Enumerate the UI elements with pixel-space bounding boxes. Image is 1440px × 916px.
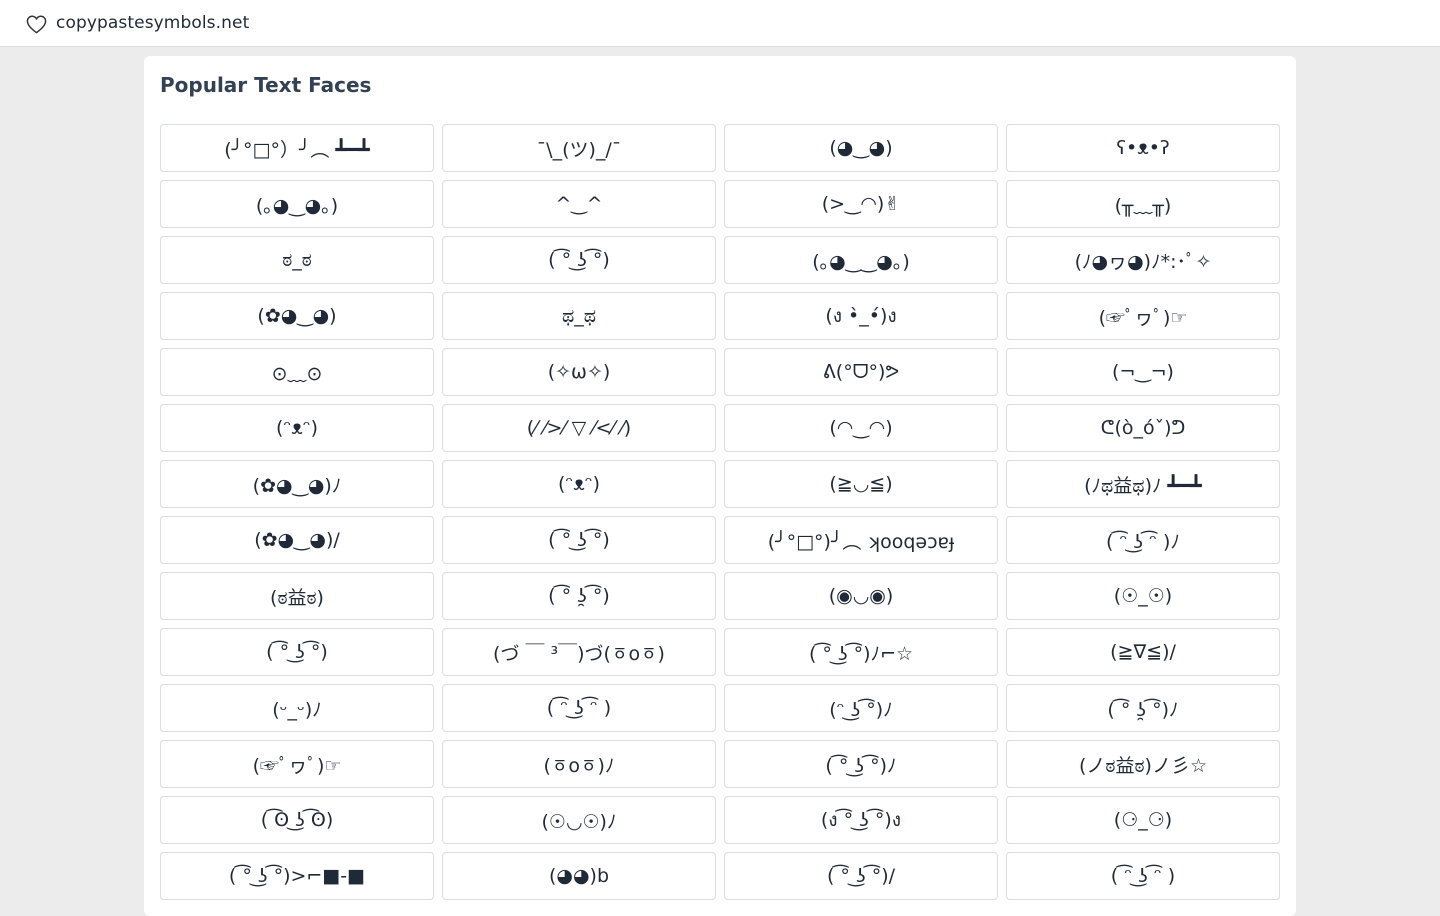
text-faces-panel: Popular Text Faces (╯°□°）╯︵ ┻━┻ ¯\_(ツ)_/¯… xyxy=(144,56,1296,916)
text-face-button[interactable]: ¯\_(ツ)_/¯ xyxy=(442,124,716,172)
text-face-button[interactable]: ʕ•ᴥ•ʔ xyxy=(1006,124,1280,172)
text-face-button[interactable]: (｡◕‿◕｡) xyxy=(160,180,434,228)
text-face-button[interactable]: (✿◕‿◕) xyxy=(160,292,434,340)
text-face-button[interactable]: ( ͡° ʖ̯ ͡°) xyxy=(442,572,716,620)
text-face-button[interactable]: (☉◡☉)ﾉ xyxy=(442,796,716,844)
text-face-button[interactable]: (ᵔ ͜ʖ ͡°)ﾉ xyxy=(724,684,998,732)
text-face-button[interactable]: (づ ￣ ³￣)づ(ㆆoㆆ) xyxy=(442,628,716,676)
text-face-button[interactable]: (⁄ ⁄>⁄ ▽ ⁄<⁄ ⁄) xyxy=(442,404,716,452)
text-face-button[interactable]: ( ͡° ͜ʖ ͡°) xyxy=(442,516,716,564)
text-face-button[interactable]: ( ͡ᵔ ͜ʖ ͡ᵔ )ﾉ xyxy=(1006,516,1280,564)
site-name: copypastesymbols.net xyxy=(56,13,250,33)
text-face-button[interactable]: (¬‿¬) xyxy=(1006,348,1280,396)
text-face-button[interactable]: (≧∇≦)/ xyxy=(1006,628,1280,676)
text-face-button[interactable]: ( ͡° ʖ̯ ͡°)ﾉ xyxy=(1006,684,1280,732)
site-logo-link[interactable]: copypastesymbols.net xyxy=(25,11,249,35)
text-face-button[interactable]: (◕‿◕) xyxy=(724,124,998,172)
text-face-button[interactable]: (✿◕‿◕)ﾉ xyxy=(160,460,434,508)
text-face-button[interactable]: (ᵔᴥᵔ) xyxy=(160,404,434,452)
text-face-button[interactable]: (≧◡≦) xyxy=(724,460,998,508)
text-face-button[interactable]: ( ͡ʘ ͜ʖ ͡ʘ) xyxy=(160,796,434,844)
text-face-button[interactable]: (ﾉಥ益ಥ)ﾉ﻿ ┻━┻ xyxy=(1006,460,1280,508)
text-face-button[interactable]: (╯°□°)╯︵ ʞooqǝɔɐɟ xyxy=(724,516,998,564)
text-face-button[interactable]: ⊙﹏⊙ xyxy=(160,348,434,396)
text-face-button[interactable]: (⚆_⚆) xyxy=(1006,796,1280,844)
text-face-button[interactable]: (✧ω✧) xyxy=(442,348,716,396)
text-face-button[interactable]: (◕◕)b xyxy=(442,852,716,900)
text-face-button[interactable]: ( ͡ᵔ ͜ʖ ͡ᵔ ) xyxy=(442,684,716,732)
text-face-button[interactable]: (◠‿◠) xyxy=(724,404,998,452)
text-face-button[interactable]: ( ͡° ͜ʖ ͡°)>⌐■-■ xyxy=(160,852,434,900)
text-face-button[interactable]: ^‿^ xyxy=(442,180,716,228)
text-faces-grid: (╯°□°）╯︵ ┻━┻ ¯\_(ツ)_/¯ (◕‿◕) ʕ•ᴥ•ʔ (｡◕‿◕｡) ^‿… xyxy=(160,124,1280,900)
text-face-button[interactable]: ( ͡° ͜ʖ ͡°)/ xyxy=(724,852,998,900)
text-face-button[interactable]: ( ͡° ͜ʖ ͡°) xyxy=(442,236,716,284)
text-face-button[interactable]: (ㆆoㆆ)ﾉ xyxy=(442,740,716,788)
text-face-button[interactable]: (>‿◠)✌ xyxy=(724,180,998,228)
text-face-button[interactable]: ಠ_ಠ xyxy=(160,236,434,284)
heart-outline-icon xyxy=(25,13,47,35)
text-face-button[interactable]: (ᵔᴥᵔ) xyxy=(442,460,716,508)
text-face-button[interactable]: (ᵕ_ᵕ)ﾉ xyxy=(160,684,434,732)
text-face-button[interactable]: ( ͡ᵔ ͜ʖ ͡ᵔ ) xyxy=(1006,852,1280,900)
text-face-button[interactable]: (☞ﾟヮﾟ)☞ xyxy=(160,740,434,788)
text-face-button[interactable]: ( ͡° ͜ʖ ͡°)ﾉ xyxy=(724,740,998,788)
section-title: Popular Text Faces xyxy=(160,73,372,97)
text-face-button[interactable]: ( ͡° ͜ʖ ͡°) xyxy=(160,628,434,676)
text-face-button[interactable]: (✿◕‿◕)/ xyxy=(160,516,434,564)
text-face-button[interactable]: (ง •̀_•́)ง xyxy=(724,292,998,340)
text-face-button[interactable]: (◉◡◉) xyxy=(724,572,998,620)
text-face-button[interactable]: ( ͡° ͜ʖ ͡°)ﾉ⌐☆ xyxy=(724,628,998,676)
top-bar: copypastesymbols.net xyxy=(0,0,1440,47)
text-face-button[interactable]: (ノಠ益ಠ)ノ彡☆ xyxy=(1006,740,1280,788)
text-face-button[interactable]: ᕕ(°ᗜ°)ᕗ xyxy=(724,348,998,396)
text-face-button[interactable]: ᕦ(ò_óˇ)ᕤ xyxy=(1006,404,1280,452)
text-face-button[interactable]: (╥﹏╥) xyxy=(1006,180,1280,228)
text-face-button[interactable]: (☞ﾟヮﾟ)☞ xyxy=(1006,292,1280,340)
text-face-button[interactable]: (｡◕‿‿◕｡) xyxy=(724,236,998,284)
text-face-button[interactable]: (☉_☉) xyxy=(1006,572,1280,620)
text-face-button[interactable]: ಥ_ಥ xyxy=(442,292,716,340)
text-face-button[interactable]: (ﾉ◕ヮ◕)ﾉ*:･ﾟ✧ xyxy=(1006,236,1280,284)
text-face-button[interactable]: (ง ͡° ͜ʖ ͡°)ง xyxy=(724,796,998,844)
text-face-button[interactable]: (ಠ益ಠ) xyxy=(160,572,434,620)
text-face-button[interactable]: (╯°□°）╯︵ ┻━┻ xyxy=(160,124,434,172)
